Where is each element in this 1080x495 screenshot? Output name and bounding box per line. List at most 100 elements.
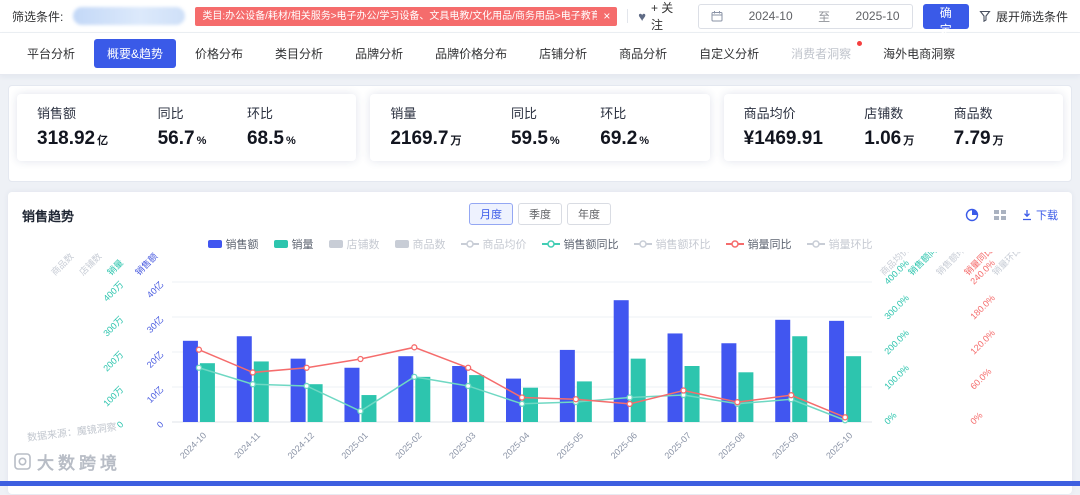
legend-rect-marker [395, 239, 409, 249]
tab-item[interactable]: 店铺分析 [526, 39, 600, 68]
tab-item[interactable]: 品牌分析 [342, 39, 416, 68]
svg-text:40亿: 40亿 [144, 279, 165, 300]
tab-item[interactable]: 平台分析 [14, 39, 88, 68]
line-point[interactable] [627, 395, 632, 400]
calendar-icon [711, 10, 723, 22]
svg-text:2025-03: 2025-03 [447, 430, 477, 460]
tab-item[interactable]: 商品分析 [606, 39, 680, 68]
download-button[interactable]: 下载 [1021, 207, 1058, 223]
line-point[interactable] [358, 357, 363, 362]
svg-text:30亿: 30亿 [144, 314, 165, 335]
line-point[interactable] [520, 401, 525, 406]
legend-item[interactable]: 销售额环比 [634, 236, 711, 252]
bar-sales[interactable] [183, 341, 198, 422]
bar-sales[interactable] [237, 336, 252, 422]
line-point[interactable] [789, 393, 794, 398]
legend-item[interactable]: 销售额 [208, 236, 259, 252]
svg-text:销售额: 销售额 [133, 252, 160, 277]
bar-sales[interactable] [344, 368, 359, 422]
tab-item[interactable]: 概要&趋势 [94, 39, 176, 68]
legend-label: 销量环比 [829, 236, 873, 252]
expand-filters-button[interactable]: 展开筛选条件 [979, 8, 1068, 25]
bar-sales[interactable] [398, 356, 413, 422]
line-point[interactable] [358, 409, 363, 414]
bar-volume[interactable] [523, 388, 538, 422]
tab-item[interactable]: 价格分布 [182, 39, 256, 68]
line-point[interactable] [681, 388, 686, 393]
date-range-picker[interactable]: 2024-10 至 2025-10 [698, 4, 912, 29]
line-point[interactable] [250, 370, 255, 375]
bar-sales[interactable] [775, 320, 790, 422]
line-point[interactable] [412, 345, 417, 350]
chart-legend: 销售额 销量 店铺数商品数商品均价销售额同比销售额环比销量同比 销量环比 [22, 236, 1058, 252]
bar-sales[interactable] [829, 321, 844, 422]
heart-icon: ♥ [638, 10, 646, 23]
line-point[interactable] [520, 395, 525, 400]
svg-text:60.0%: 60.0% [968, 366, 993, 391]
kpi-metric: 商品均价¥1469.91 [744, 103, 865, 150]
legend-item[interactable]: 店铺数 [329, 236, 380, 252]
svg-text:200万: 200万 [101, 349, 125, 373]
line-point[interactable] [843, 415, 848, 420]
tab-item[interactable]: 类目分析 [262, 39, 336, 68]
kpi-metric: 店铺数1.06万 [864, 103, 953, 150]
legend-item[interactable]: 销售额同比 [542, 236, 619, 252]
kpi-metric-label: 同比 [158, 103, 247, 122]
svg-text:2024-11: 2024-11 [232, 430, 262, 460]
line-point[interactable] [466, 365, 471, 370]
start-date-value[interactable]: 2024-10 [749, 9, 793, 23]
line-point[interactable] [627, 401, 632, 406]
line-point[interactable] [304, 383, 309, 388]
svg-text:商品数: 商品数 [49, 252, 76, 277]
tab-item[interactable]: 海外电商洞察 [870, 39, 968, 68]
tab-item[interactable]: 自定义分析 [686, 39, 772, 68]
line-point[interactable] [573, 397, 578, 402]
line-point[interactable] [196, 347, 201, 352]
grid-view-icon[interactable] [993, 208, 1007, 222]
bar-sales[interactable] [668, 333, 683, 422]
bar-sales[interactable] [452, 366, 467, 422]
legend-item[interactable]: 销量 [274, 236, 314, 252]
line-point[interactable] [196, 365, 201, 370]
svg-text:2025-06: 2025-06 [609, 430, 639, 460]
period-button[interactable]: 年度 [567, 203, 611, 225]
confirm-button[interactable]: 确定 [923, 4, 969, 29]
kpi-metric-label: 销量 [390, 103, 511, 122]
legend-item[interactable]: 商品均价 [461, 236, 527, 252]
svg-text:0%: 0% [968, 410, 984, 426]
bar-volume[interactable] [738, 372, 753, 422]
svg-text:300.0%: 300.0% [882, 293, 911, 322]
pie-chart-icon[interactable] [965, 208, 979, 222]
legend-label: 销量 [292, 236, 314, 252]
svg-text:100万: 100万 [101, 384, 125, 408]
filter-bar: 筛选条件: 类目:办公设备/耗材/相关服务>电子办公/学习设备、文具电教/文化用… [0, 0, 1080, 33]
line-point[interactable] [250, 382, 255, 387]
legend-item[interactable]: 商品数 [395, 236, 446, 252]
line-point[interactable] [735, 400, 740, 405]
bar-volume[interactable] [846, 356, 861, 422]
tab-item[interactable]: 品牌价格分布 [422, 39, 520, 68]
legend-label: 店铺数 [347, 236, 380, 252]
svg-text:100.0%: 100.0% [882, 363, 911, 392]
kpi-metric-value: 69.2% [600, 128, 689, 150]
bar-sales[interactable] [560, 350, 575, 422]
period-button[interactable]: 季度 [518, 203, 562, 225]
bar-volume[interactable] [792, 336, 807, 422]
legend-item[interactable]: 销量同比 [726, 236, 792, 252]
line-point[interactable] [412, 374, 417, 379]
tab-item[interactable]: 消费者洞察 [778, 39, 864, 68]
legend-line-marker [634, 239, 652, 249]
line-point[interactable] [466, 383, 471, 388]
end-date-value[interactable]: 2025-10 [856, 9, 900, 23]
bar-volume[interactable] [415, 377, 430, 422]
remove-filter-icon[interactable]: × [603, 10, 610, 22]
legend-item[interactable]: 销量环比 [807, 236, 873, 252]
bar-volume[interactable] [469, 375, 484, 422]
follow-button[interactable]: ♥ + 关注 [638, 0, 678, 33]
svg-text:10亿: 10亿 [144, 384, 165, 405]
bar-volume[interactable] [631, 359, 646, 422]
line-point[interactable] [304, 365, 309, 370]
bar-sales[interactable] [721, 343, 736, 422]
svg-text:300万: 300万 [101, 314, 125, 338]
period-button[interactable]: 月度 [469, 203, 513, 225]
